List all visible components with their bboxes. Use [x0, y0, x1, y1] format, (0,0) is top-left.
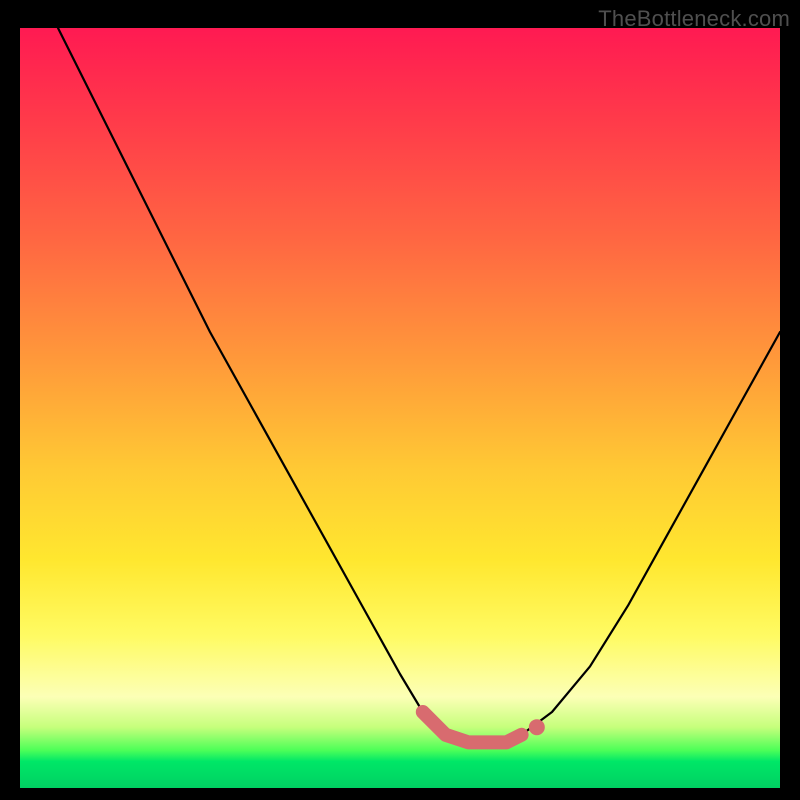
curve-layer: [20, 28, 780, 788]
marker-dot: [529, 719, 545, 735]
watermark-text: TheBottleneck.com: [598, 6, 790, 32]
chart-frame: TheBottleneck.com: [0, 0, 800, 800]
plot-area: [20, 28, 780, 788]
highlight-segment: [423, 712, 522, 742]
bottleneck-curve: [58, 28, 780, 742]
